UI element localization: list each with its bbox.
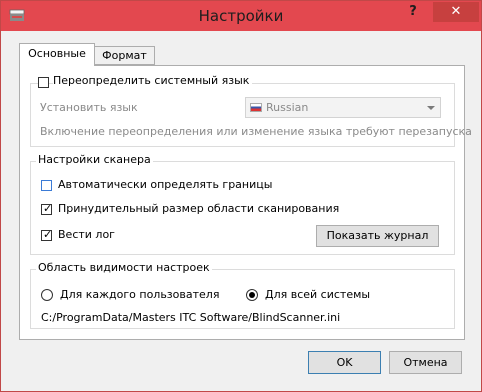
title-bar[interactable]: Настройки ? ✕: [1, 1, 481, 31]
auto-borders-checkbox[interactable]: [41, 180, 52, 191]
forced-size-label[interactable]: Принудительный размер области сканирован…: [58, 202, 339, 215]
restart-note: Включение переопределения или изменение …: [40, 125, 472, 138]
tab-general-label: Основные: [28, 47, 86, 60]
ini-path: C:/ProgramData/Masters ITC Software/Blin…: [41, 311, 341, 324]
per-user-radio[interactable]: [41, 289, 53, 301]
language-select[interactable]: Russian: [245, 97, 441, 118]
override-language-label[interactable]: Переопределить системный язык: [53, 74, 253, 87]
settings-scope-title: Область видимости настроек: [36, 261, 212, 274]
checkmark-icon: ✓: [43, 202, 53, 215]
cancel-button[interactable]: Отмена: [389, 351, 462, 374]
log-checkbox[interactable]: ✓: [41, 228, 53, 241]
settings-window: Настройки ? ✕ Основные Формат Переопреде…: [0, 0, 482, 392]
all-system-radio[interactable]: [246, 289, 258, 301]
auto-borders-label[interactable]: Автоматически определять границы: [58, 178, 272, 191]
per-user-label[interactable]: Для каждого пользователя: [60, 288, 219, 301]
chevron-down-icon: [427, 106, 435, 110]
tab-format-label: Формат: [102, 49, 147, 62]
override-language-checkbox[interactable]: [38, 77, 49, 88]
ok-button[interactable]: OK: [308, 351, 381, 374]
tab-format[interactable]: Формат: [95, 46, 155, 65]
all-system-label[interactable]: Для всей системы: [265, 288, 370, 301]
radio-selected-dot: [249, 292, 255, 298]
show-log-button[interactable]: Показать журнал: [316, 225, 439, 247]
log-label[interactable]: Вести лог: [58, 228, 115, 241]
set-language-label: Установить язык: [40, 101, 138, 114]
language-select-value: Russian: [266, 101, 309, 114]
close-button[interactable]: ✕: [433, 2, 479, 22]
scanner-settings-title: Настройки сканера: [36, 153, 153, 166]
help-button[interactable]: ?: [402, 1, 424, 23]
tab-general[interactable]: Основные: [19, 43, 95, 66]
checkmark-icon: ✓: [43, 228, 53, 241]
close-icon: ✕: [450, 4, 462, 19]
russia-flag-icon: [250, 103, 262, 112]
forced-size-checkbox[interactable]: ✓: [41, 202, 53, 215]
